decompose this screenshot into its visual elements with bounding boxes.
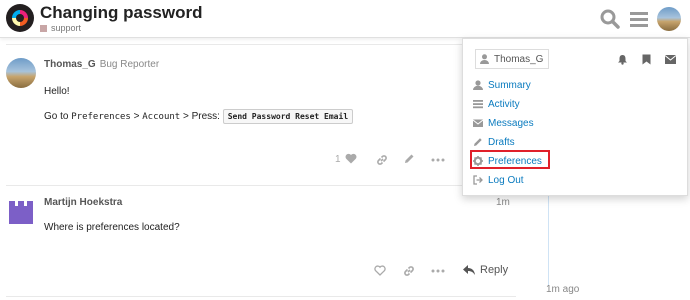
reply-label: Reply: [480, 264, 509, 276]
post-avatar[interactable]: [6, 58, 36, 88]
heart-outline-icon[interactable]: [374, 265, 386, 276]
like-count[interactable]: 1: [335, 154, 341, 165]
post-instructions: Go to Preferences > Account > Press: Sen…: [44, 109, 354, 124]
tab-user-profile[interactable]: Thomas_G: [475, 49, 549, 69]
more-options-icon[interactable]: [431, 158, 445, 162]
timeline-date[interactable]: 1m ago: [546, 284, 579, 295]
site-header: Changing password support: [0, 0, 690, 38]
current-user-avatar[interactable]: [657, 7, 681, 31]
author-title: Bug Reporter: [99, 59, 160, 70]
envelope-icon[interactable]: [665, 55, 676, 64]
menu-item-summary[interactable]: Summary: [473, 77, 531, 93]
more-options-icon[interactable]: [431, 269, 445, 273]
menu-item-logout[interactable]: Log Out: [473, 172, 524, 188]
author-name[interactable]: Thomas_G: [44, 59, 96, 70]
reply-icon: [463, 265, 475, 275]
category-color-square: [40, 24, 47, 32]
button-code: Send Password Reset Email: [222, 109, 354, 124]
post-line: Hello!: [44, 86, 70, 97]
heart-icon[interactable]: [345, 153, 357, 164]
post-divider: [6, 44, 516, 45]
timeline-track[interactable]: [548, 196, 549, 286]
menu-item-activity[interactable]: Activity: [473, 96, 520, 112]
tab-username: Thomas_G: [494, 53, 544, 65]
topic-title[interactable]: Changing password: [40, 3, 202, 23]
menu-item-messages[interactable]: Messages: [473, 115, 534, 131]
category-label: support: [51, 23, 82, 33]
link-icon[interactable]: [403, 265, 415, 277]
bookmark-icon[interactable]: [642, 54, 651, 65]
reply-button[interactable]: Reply: [463, 264, 508, 276]
bell-icon[interactable]: [617, 54, 628, 65]
user-icon: [473, 80, 483, 90]
author-name[interactable]: Martijn Hoekstra: [44, 197, 122, 208]
post-divider: [6, 296, 516, 297]
site-logo[interactable]: [6, 4, 34, 32]
sign-out-icon: [473, 175, 483, 185]
edit-pencil-icon[interactable]: [403, 153, 415, 165]
search-icon[interactable]: [600, 9, 620, 29]
category-badge[interactable]: support: [40, 23, 81, 33]
post-time[interactable]: 1m: [496, 197, 510, 208]
post-divider: [6, 185, 516, 186]
link-icon[interactable]: [376, 154, 388, 166]
envelope-icon: [473, 119, 483, 127]
post-avatar[interactable]: [6, 197, 36, 227]
list-icon: [473, 100, 483, 109]
user-menu-panel: Thomas_G Summary Activity Messages Draft…: [462, 38, 688, 196]
post-author[interactable]: Thomas_G Bug Reporter: [44, 59, 159, 70]
pencil-icon: [474, 138, 482, 146]
post-body: Where is preferences located?: [44, 222, 180, 233]
hamburger-menu-icon[interactable]: [629, 9, 649, 29]
menu-item-drafts[interactable]: Drafts: [473, 134, 515, 150]
preferences-highlight-box: [470, 150, 550, 169]
user-icon: [480, 54, 489, 64]
